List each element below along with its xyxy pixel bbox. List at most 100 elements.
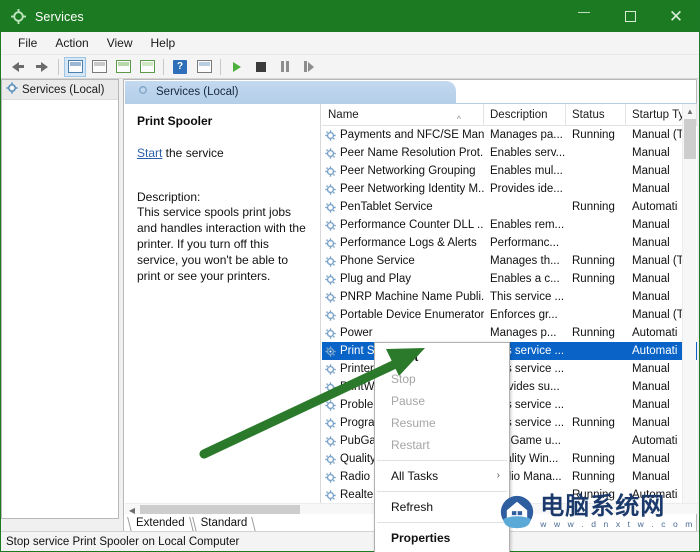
service-name-label: Plug and Play	[340, 273, 411, 285]
start-service-icon[interactable]	[226, 57, 248, 77]
context-menu-item-properties[interactable]: Properties	[375, 527, 509, 549]
service-gear-icon	[325, 328, 336, 339]
help-icon[interactable]: ?	[169, 57, 191, 77]
context-menu-item-all-tasks[interactable]: All Tasks›	[375, 465, 509, 487]
forward-icon[interactable]	[31, 57, 53, 77]
context-menu: StartStopPauseResumeRestartAll Tasks›Ref…	[374, 342, 510, 552]
table-row[interactable]: Payments and NFC/SE Man...Manages pa...R…	[322, 126, 697, 144]
menu-separator	[377, 460, 507, 461]
table-row[interactable]: PenTablet ServiceRunningAutomati	[322, 198, 697, 216]
service-name-label: Peer Networking Grouping	[340, 165, 476, 177]
cell-service-name: Power	[322, 327, 484, 339]
table-row[interactable]: PNRP Machine Name Publi...This service .…	[322, 288, 697, 306]
service-name-label: Performance Logs & Alerts	[340, 237, 477, 249]
table-row[interactable]: Peer Networking Identity M...Provides id…	[322, 180, 697, 198]
menu-action[interactable]: Action	[46, 34, 97, 53]
cell-service-name: Performance Counter DLL ...	[322, 219, 484, 231]
context-menu-item-start[interactable]: Start	[375, 346, 509, 368]
menu-help[interactable]: Help	[142, 34, 185, 53]
cell-service-name: Peer Name Resolution Prot...	[322, 147, 484, 159]
context-menu-item-refresh[interactable]: Refresh	[375, 496, 509, 518]
vertical-scroll-thumb[interactable]	[684, 119, 696, 159]
cell-description: Enforces gr...	[484, 309, 566, 321]
menu-bar: File Action View Help	[1, 32, 699, 55]
column-header-name[interactable]: Name ^	[322, 104, 484, 126]
table-row[interactable]: Performance Logs & AlertsPerformanc...Ma…	[322, 234, 697, 252]
restart-service-icon[interactable]	[298, 57, 320, 77]
service-gear-icon	[325, 220, 336, 231]
service-detail-panel: Print Spooler Start the service Descript…	[125, 104, 321, 518]
tree-item-services-local[interactable]: Services (Local)	[2, 80, 118, 100]
detail-action-suffix: the service	[162, 146, 223, 160]
context-menu-item-restart: Restart	[375, 434, 509, 456]
tab-standard[interactable]: Standard	[193, 515, 256, 532]
column-header-status[interactable]: Status	[566, 104, 626, 126]
window-controls: ✕	[561, 1, 699, 32]
service-gear-icon	[325, 418, 336, 429]
column-header-name-label: Name	[328, 109, 359, 121]
title-bar: Services ✕	[1, 1, 699, 32]
detail-description-text: This service spools print jobs and handl…	[137, 204, 310, 284]
menu-view[interactable]: View	[98, 34, 142, 53]
export-list-icon[interactable]	[88, 57, 110, 77]
menu-item-label: Resume	[391, 416, 436, 430]
service-gear-icon	[325, 274, 336, 285]
service-gear-icon	[325, 454, 336, 465]
show-details-icon[interactable]	[193, 57, 215, 77]
services-gear-icon	[10, 8, 27, 25]
menu-file[interactable]: File	[9, 34, 46, 53]
service-name-label: PNRP Machine Name Publi...	[340, 291, 484, 303]
cell-status: Running	[566, 255, 626, 267]
watermark-house-icon	[500, 495, 534, 529]
table-row[interactable]: Phone ServiceManages th...RunningManual …	[322, 252, 697, 270]
cell-service-name: Payments and NFC/SE Man...	[322, 129, 484, 141]
show-hide-tree-icon[interactable]	[64, 57, 86, 77]
table-row[interactable]: Portable Device Enumerator...Enforces gr…	[322, 306, 697, 324]
services-gear-icon	[137, 83, 149, 101]
start-service-link[interactable]: Start	[137, 146, 162, 160]
service-gear-icon	[325, 346, 336, 357]
list-vertical-scrollbar[interactable]: ▲ ▼	[682, 104, 696, 518]
list-header: Name ^ Description Status Startup Ty ^	[322, 104, 697, 126]
cell-service-name: Peer Networking Identity M...	[322, 183, 484, 195]
cell-description: Enables rem...	[484, 219, 566, 231]
table-row[interactable]: Peer Name Resolution Prot...Enables serv…	[322, 144, 697, 162]
detail-description-label: Description:	[137, 190, 310, 204]
column-header-description[interactable]: Description	[484, 104, 566, 126]
cell-service-name: Peer Networking Grouping	[322, 165, 484, 177]
content-tab-services-local[interactable]: Services (Local)	[125, 81, 456, 103]
back-icon[interactable]	[7, 57, 29, 77]
table-row[interactable]: Peer Networking GroupingEnables mul...Ma…	[322, 162, 697, 180]
pause-service-icon[interactable]	[274, 57, 296, 77]
refresh-icon[interactable]	[136, 57, 158, 77]
cell-description: Enables serv...	[484, 147, 566, 159]
service-gear-icon	[325, 202, 336, 213]
properties-icon[interactable]	[112, 57, 134, 77]
service-gear-icon	[325, 292, 336, 303]
site-watermark: 电脑系统网 w w w . d n x t w . c o m	[500, 494, 695, 529]
cell-status: Running	[566, 327, 626, 339]
stop-service-icon[interactable]	[250, 57, 272, 77]
maximize-icon[interactable]	[607, 1, 653, 32]
tab-extended[interactable]: Extended	[128, 515, 193, 532]
toolbar-separator	[58, 59, 59, 75]
cell-service-name: PenTablet Service	[322, 201, 484, 213]
table-row[interactable]: Performance Counter DLL ...Enables rem..…	[322, 216, 697, 234]
service-gear-icon	[325, 238, 336, 249]
scroll-up-icon[interactable]: ▲	[683, 104, 697, 118]
cell-status: Running	[566, 453, 626, 465]
service-name-label: Phone Service	[340, 255, 415, 267]
minimize-icon[interactable]	[561, 1, 607, 32]
menu-item-label: Stop	[391, 372, 416, 386]
close-icon[interactable]: ✕	[653, 1, 699, 32]
service-gear-icon	[325, 382, 336, 393]
table-row[interactable]: PowerManages p...RunningAutomati	[322, 324, 697, 342]
menu-item-label: Start	[391, 350, 418, 364]
cell-service-name: PNRP Machine Name Publi...	[322, 291, 484, 303]
table-row[interactable]: Plug and PlayEnables a c...RunningManual	[322, 270, 697, 288]
tree-pane: Services (Local)	[1, 79, 119, 519]
cell-description: Manages pa...	[484, 129, 566, 141]
cell-service-name: Phone Service	[322, 255, 484, 267]
service-gear-icon	[325, 184, 336, 195]
tree-root-label: Services (Local)	[22, 84, 104, 96]
